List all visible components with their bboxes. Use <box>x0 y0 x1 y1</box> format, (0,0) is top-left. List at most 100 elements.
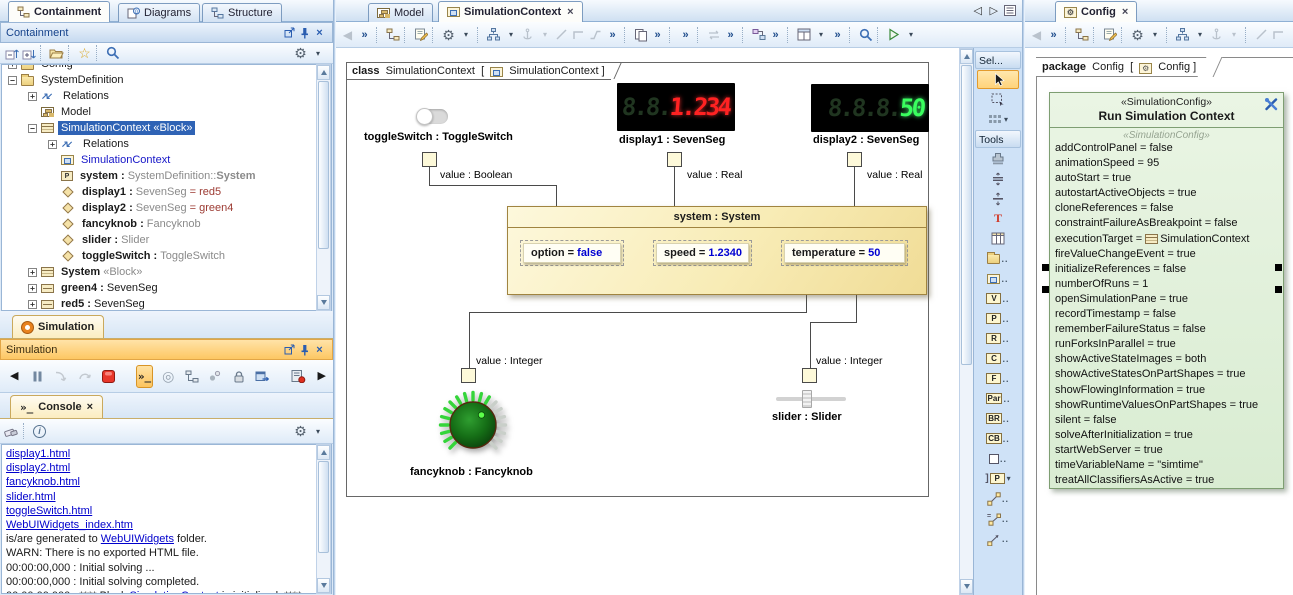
colB-button[interactable] <box>20 43 37 63</box>
toggle-switch-widget[interactable] <box>417 109 448 124</box>
config-canvas[interactable]: package Config [ ⚙ Config ] «SimulationC… <box>1025 48 1293 595</box>
caret-button[interactable]: ▾ <box>1146 25 1163 45</box>
ovf-button[interactable]: » <box>829 25 846 45</box>
structb-button[interactable] <box>485 25 502 45</box>
prevb-button[interactable]: ◀ <box>6 365 22 388</box>
backd-button[interactable]: ◀ <box>1028 25 1045 45</box>
gear-button[interactable]: ⚙ <box>1129 25 1146 45</box>
tree-item[interactable]: +green4 : SevenSeg <box>2 280 331 296</box>
targetb-button[interactable]: ◎ <box>160 365 176 388</box>
caret-button[interactable]: ▾ <box>902 25 919 45</box>
folderO-button[interactable] <box>48 43 65 63</box>
copyb-button[interactable] <box>632 25 649 45</box>
slider-port[interactable] <box>802 368 817 383</box>
palette-disth[interactable] <box>977 169 1019 188</box>
console-link[interactable]: display1.html <box>6 448 70 460</box>
selection-handle[interactable] <box>1275 264 1282 271</box>
playb-button[interactable] <box>885 25 902 45</box>
caret-button[interactable]: ▾ <box>457 25 474 45</box>
callout-button[interactable] <box>412 25 429 45</box>
callout-button[interactable] <box>1101 25 1118 45</box>
palette-swimlane[interactable] <box>977 229 1019 248</box>
scroll-up-icon[interactable] <box>960 49 973 64</box>
connector[interactable] <box>429 185 557 186</box>
palette-iflow[interactable]: .. <box>977 529 1019 548</box>
tab-list-icon[interactable] <box>1004 5 1016 19</box>
pin-icon[interactable] <box>297 26 312 40</box>
close-icon[interactable]: × <box>87 401 93 413</box>
caret-button[interactable]: ▾ <box>309 421 326 441</box>
caret-button[interactable]: ▾ <box>1191 25 1208 45</box>
tab-model[interactable]: Model <box>368 3 433 22</box>
toggle-port[interactable] <box>422 152 437 167</box>
palette-conn[interactable]: .. <box>977 489 1019 508</box>
palette-lbox-C[interactable]: C.. <box>977 349 1019 368</box>
caret-button[interactable]: ▾ <box>812 25 829 45</box>
palette-flowp[interactable]: ]P▾ <box>977 469 1019 488</box>
tree-item[interactable]: Psystem : SystemDefinition::System <box>2 168 331 184</box>
tab-structure[interactable]: Structure <box>202 3 282 22</box>
pauseb-button[interactable] <box>29 365 45 388</box>
colA-button[interactable] <box>3 43 20 63</box>
tree-item[interactable]: +↗↙Relations <box>2 88 331 104</box>
ovf-button[interactable]: » <box>767 25 784 45</box>
console-link[interactable]: display2.html <box>6 462 70 474</box>
expand-icon[interactable]: + <box>28 300 37 309</box>
palette-bind[interactable]: =.. <box>977 509 1019 528</box>
caret-button[interactable]: ▾ <box>309 43 326 63</box>
tree-item[interactable]: +System «Block» <box>2 264 331 280</box>
close-icon[interactable]: × <box>567 6 573 18</box>
nav-back-icon[interactable]: ◁ <box>974 4 982 17</box>
consoleb-button[interactable]: »_ <box>136 365 153 388</box>
tree-item[interactable]: display2 : SevenSeg = green4 <box>2 200 331 216</box>
anchord-button[interactable] <box>519 25 536 45</box>
tab-console[interactable]: »_ Console × <box>10 395 103 418</box>
expand-icon[interactable]: + <box>28 92 37 101</box>
tree-item[interactable]: slider : Slider <box>2 232 331 248</box>
collapse-icon[interactable]: − <box>8 76 17 85</box>
pin-icon[interactable] <box>297 343 312 357</box>
palette-lbox-V[interactable]: V.. <box>977 289 1019 308</box>
palette-portsq[interactable]: .. <box>977 449 1019 468</box>
display2-sevenseg[interactable]: 8.8.8.50 <box>811 84 929 132</box>
stopb-button[interactable] <box>100 365 116 388</box>
toggle-knob[interactable] <box>416 108 433 125</box>
searchb-button[interactable] <box>857 25 874 45</box>
tree-item[interactable]: toggleSwitch : ToggleSwitch <box>2 248 331 264</box>
diagram-canvas[interactable]: class SimulationContext [ SimulationCont… <box>336 48 959 595</box>
palette-diag[interactable]: .. <box>977 269 1019 288</box>
palette-lbox-R[interactable]: R.. <box>977 329 1019 348</box>
stepovd-button[interactable] <box>76 365 92 388</box>
palette-griddots[interactable]: ▾ <box>977 110 1019 129</box>
connector[interactable] <box>810 322 857 323</box>
gear-button[interactable]: ⚙ <box>292 43 309 63</box>
tree-item[interactable]: Model <box>2 104 331 120</box>
console-link[interactable]: slider.html <box>6 491 56 503</box>
tab-diagrams[interactable]: 0 Diagrams <box>118 3 200 22</box>
tree-scrollbar[interactable] <box>316 64 331 311</box>
scroll-down-icon[interactable] <box>960 579 973 594</box>
close-icon[interactable]: × <box>1122 6 1128 18</box>
palette-marquee[interactable] <box>977 90 1019 109</box>
anchord-button[interactable] <box>1208 25 1225 45</box>
selection-handle[interactable] <box>1042 264 1049 271</box>
close-icon[interactable]: × <box>312 26 327 40</box>
connector[interactable] <box>469 312 807 313</box>
scroll-up-icon[interactable] <box>317 65 330 80</box>
scroll-thumb[interactable] <box>961 65 972 365</box>
palette-lbox-CB[interactable]: CB.. <box>977 429 1019 448</box>
starb-button[interactable]: ☆ <box>76 43 93 63</box>
caretd-button[interactable]: ▾ <box>536 25 553 45</box>
palette-stamp[interactable] <box>977 149 1019 168</box>
connector[interactable] <box>810 322 811 368</box>
scroll-down-icon[interactable] <box>317 578 330 593</box>
value-property-temperature[interactable]: temperature = 50 <box>781 240 908 266</box>
gear-button[interactable]: ⚙ <box>292 421 309 441</box>
swapd-button[interactable] <box>705 25 722 45</box>
palette-lbox-F[interactable]: F.. <box>977 369 1019 388</box>
stepind-button[interactable] <box>53 365 69 388</box>
exportb-button[interactable] <box>254 365 270 388</box>
caret-button[interactable]: ▾ <box>502 25 519 45</box>
dotsb-button[interactable] <box>207 365 223 388</box>
scroll-up-icon[interactable] <box>317 445 330 460</box>
